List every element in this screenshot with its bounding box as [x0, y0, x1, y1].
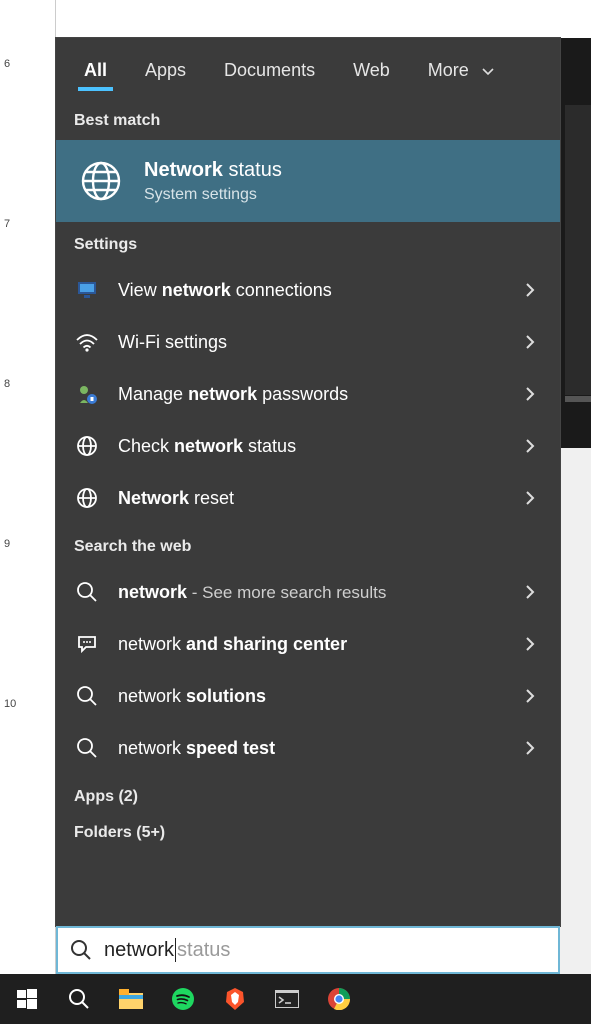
- chevron-right-icon: [518, 688, 542, 704]
- background-dark-strip: [565, 105, 591, 395]
- settings-results-list: View network connections Wi-Fi settings Ma…: [56, 264, 560, 524]
- best-match-subtitle: System settings: [144, 186, 282, 204]
- result-label: network solutions: [118, 686, 500, 707]
- start-icon: [17, 989, 37, 1009]
- best-match-text: Network status System settings: [144, 159, 282, 204]
- spotify-icon: [172, 988, 194, 1010]
- search-input[interactable]: network status: [56, 926, 560, 974]
- result-label: network and sharing center: [118, 634, 500, 655]
- tab-documents[interactable]: Documents: [214, 46, 325, 91]
- best-match-title-rest: status: [223, 159, 282, 181]
- terminal-icon: [275, 990, 299, 1008]
- globe-icon: [74, 485, 100, 511]
- search-icon: [74, 683, 100, 709]
- ruler-vertical: 6 7 8 9 10: [0, 0, 56, 974]
- section-folders-count[interactable]: Folders (5+): [56, 816, 560, 852]
- result-label: Manage network passwords: [118, 384, 500, 405]
- best-match-title-bold: Network: [144, 159, 223, 181]
- tab-more-label: More: [428, 60, 469, 80]
- text-cursor: [175, 938, 176, 962]
- section-best-match: Best match: [56, 98, 560, 140]
- chevron-right-icon: [518, 334, 542, 350]
- brave-icon: [225, 988, 245, 1010]
- globe-icon: [78, 158, 124, 204]
- chevron-right-icon: [518, 584, 542, 600]
- search-suggestion-text: status: [177, 939, 230, 962]
- settings-result-item[interactable]: Manage network passwords: [56, 368, 560, 420]
- search-icon: [74, 579, 100, 605]
- web-result-item[interactable]: network and sharing center: [56, 618, 560, 670]
- chat-icon: [74, 631, 100, 657]
- settings-result-item[interactable]: View network connections: [56, 264, 560, 316]
- start-search-panel: All Apps Documents Web More Best match: [56, 38, 560, 926]
- result-label: Wi-Fi settings: [118, 332, 500, 353]
- chevron-right-icon: [518, 740, 542, 756]
- settings-result-item[interactable]: Wi-Fi settings: [56, 316, 560, 368]
- search-icon: [68, 937, 94, 963]
- result-label: Network reset: [118, 488, 500, 509]
- result-label: network speed test: [118, 738, 500, 759]
- web-results-list: network - See more search results network…: [56, 566, 560, 774]
- web-result-item[interactable]: network solutions: [56, 670, 560, 722]
- chevron-right-icon: [518, 636, 542, 652]
- section-settings: Settings: [56, 222, 560, 264]
- taskbar-file-explorer[interactable]: [106, 974, 156, 1024]
- manage-passwords-icon: [74, 381, 100, 407]
- taskbar: [0, 974, 591, 1024]
- start-button[interactable]: [2, 974, 52, 1024]
- settings-result-item[interactable]: Network reset: [56, 472, 560, 524]
- tab-apps[interactable]: Apps: [135, 46, 196, 91]
- taskbar-search-button[interactable]: [54, 974, 104, 1024]
- result-label: Check network status: [118, 436, 500, 457]
- taskbar-spotify[interactable]: [158, 974, 208, 1024]
- search-icon: [68, 988, 90, 1010]
- chevron-right-icon: [518, 386, 542, 402]
- settings-result-item[interactable]: Check network status: [56, 420, 560, 472]
- chevron-right-icon: [518, 438, 542, 454]
- globe-icon: [74, 433, 100, 459]
- chevron-right-icon: [518, 490, 542, 506]
- section-search-web: Search the web: [56, 524, 560, 566]
- search-typed-text: network: [104, 939, 174, 962]
- background-divider: [565, 396, 591, 402]
- web-result-item[interactable]: network speed test: [56, 722, 560, 774]
- taskbar-terminal[interactable]: [262, 974, 312, 1024]
- tab-web[interactable]: Web: [343, 46, 400, 91]
- tab-all[interactable]: All: [74, 46, 117, 91]
- taskbar-chrome[interactable]: [314, 974, 364, 1024]
- tab-more[interactable]: More: [418, 46, 504, 91]
- search-icon: [74, 735, 100, 761]
- search-filter-tabs: All Apps Documents Web More: [56, 38, 560, 98]
- result-label: network - See more search results: [118, 582, 500, 603]
- result-label: View network connections: [118, 280, 500, 301]
- taskbar-brave[interactable]: [210, 974, 260, 1024]
- chevron-down-icon: [482, 68, 494, 76]
- network-connections-icon: [74, 277, 100, 303]
- background-blank: [56, 0, 591, 38]
- web-result-item[interactable]: network - See more search results: [56, 566, 560, 618]
- chrome-icon: [328, 988, 350, 1010]
- file-explorer-icon: [119, 989, 143, 1009]
- best-match-result[interactable]: Network status System settings: [56, 140, 560, 222]
- chevron-right-icon: [518, 282, 542, 298]
- section-apps-count[interactable]: Apps (2): [56, 774, 560, 816]
- wifi-icon: [74, 329, 100, 355]
